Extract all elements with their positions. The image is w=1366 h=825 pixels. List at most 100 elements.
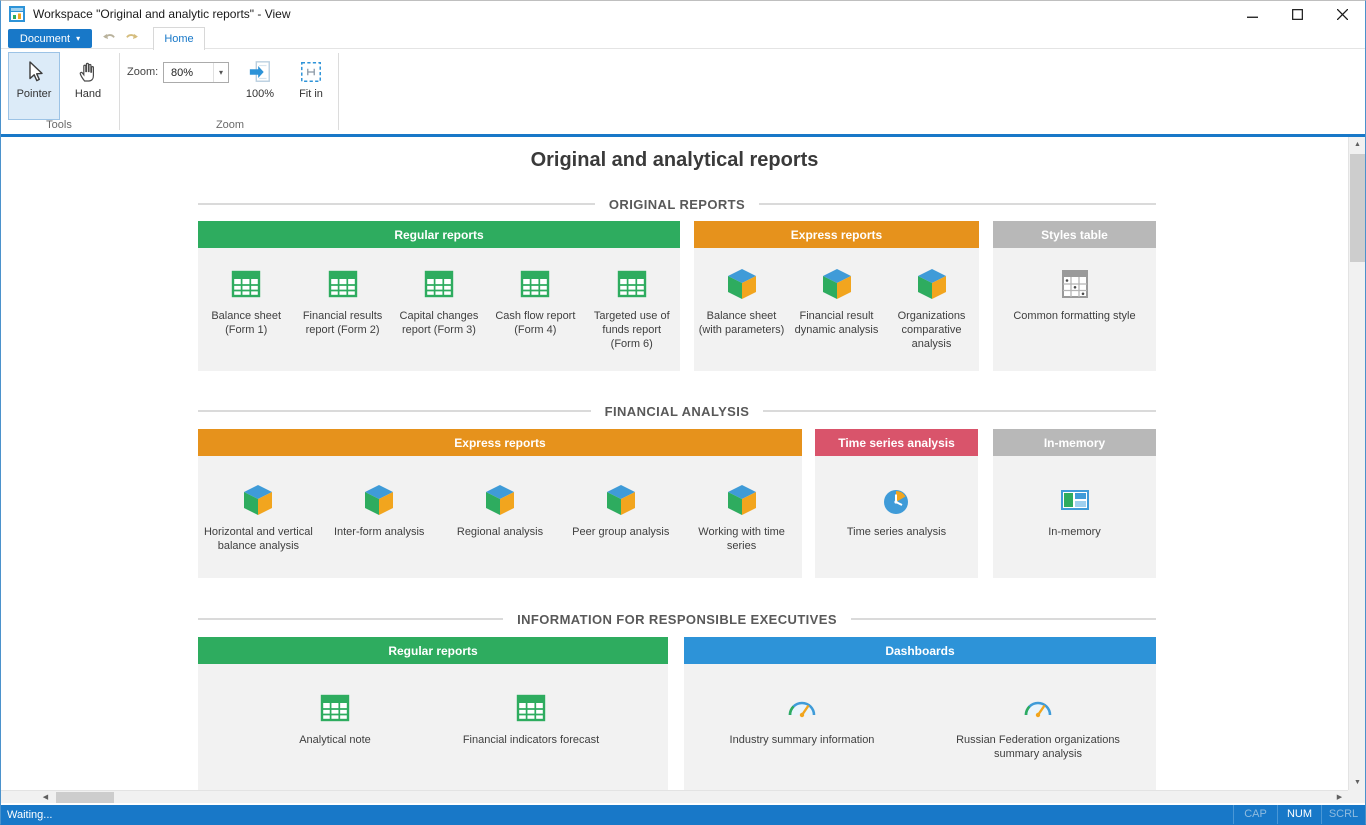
report-item[interactable]: Cash flow report (Form 4) [490,266,580,338]
scroll-right-arrow[interactable]: ▶ [1331,791,1348,804]
redo-button[interactable] [121,29,141,48]
cube-icon [914,266,950,302]
report-item[interactable]: Russian Federation organizations summary… [938,690,1138,762]
card-regular-reports-original: Regular reports Balance sheet (Form 1) F… [198,221,680,371]
report-item[interactable]: Analytical note [255,690,415,748]
cube-icon [724,482,760,518]
close-button[interactable] [1320,1,1365,27]
card-regular-reports-executives: Regular reports Analytical note Financia… [198,637,668,790]
report-item[interactable]: Balance sheet (with parameters) [696,266,788,338]
app-window: Workspace "Original and analytic reports… [0,0,1366,825]
card-body: Balance sheet (with parameters) Financia… [694,248,979,371]
maximize-button[interactable] [1275,1,1320,27]
report-item[interactable]: Balance sheet (Form 1) [201,266,291,338]
close-icon [1337,9,1348,20]
horizontal-scroll-thumb[interactable] [56,792,114,803]
window-controls [1230,1,1365,27]
report-item[interactable]: Regional analysis [444,482,556,540]
time-series-icon [879,482,915,518]
table-icon [614,266,650,302]
chevron-down-icon[interactable]: ▾ [213,63,228,82]
card-header: Regular reports [198,221,680,248]
report-item[interactable]: Financial indicators forecast [451,690,611,748]
scroll-left-arrow[interactable]: ◀ [37,791,54,804]
card-styles-table: Styles table Common formatting style [993,221,1156,371]
report-item[interactable]: Capital changes report (Form 3) [394,266,484,338]
tools-group-label: Tools [1,119,117,131]
section-heading-original-reports: ORIGINAL REPORTS [198,195,1156,213]
zoom-100-icon [248,60,272,84]
report-item[interactable]: Horizontal and vertical balance analysis [202,482,314,554]
scroll-up-arrow[interactable]: ▲ [1349,137,1366,152]
card-header: Express reports [198,429,802,456]
undo-button[interactable] [99,29,119,48]
horizontal-scrollbar[interactable]: ◀ ▶ [1,790,1348,803]
card-header: In-memory [993,429,1156,456]
status-message: Waiting... [1,809,1233,821]
card-express-reports-financial: Express reports Horizontal and vertical … [198,429,802,578]
hand-tool-button[interactable]: Hand [64,52,112,120]
card-body: Analytical note Financial indicators for… [198,664,668,790]
cube-icon [603,482,639,518]
report-item[interactable]: Targeted use of funds report (Form 6) [587,266,677,351]
table-icon [325,266,361,302]
table-icon [421,266,457,302]
heading-rule [763,410,1156,412]
table-icon [228,266,264,302]
report-item[interactable]: Financial results report (Form 2) [298,266,388,338]
num-lock-indicator: NUM [1277,805,1321,824]
zoom-select[interactable]: 80% ▾ [163,62,229,83]
hand-icon [76,60,100,84]
document-canvas: Original and analytical reports ORIGINAL… [1,137,1348,790]
document-menu-button[interactable]: Document ▾ [8,29,92,48]
minimize-button[interactable] [1230,1,1275,27]
card-body: Industry summary information Russian Fed… [684,664,1156,790]
report-item[interactable]: Common formatting style [1010,266,1140,324]
tab-home[interactable]: Home [153,27,205,50]
caps-lock-indicator: CAP [1233,805,1277,824]
dashboard-icon [1020,690,1056,726]
styles-table-icon [1057,266,1093,302]
chevron-down-icon: ▾ [76,34,80,43]
card-body: Horizontal and vertical balance analysis… [198,456,802,578]
card-header: Express reports [694,221,979,248]
report-item[interactable]: Inter-form analysis [323,482,435,540]
scroll-down-arrow[interactable]: ▼ [1349,775,1366,790]
card-header: Dashboards [684,637,1156,664]
card-body: Balance sheet (Form 1) Financial results… [198,248,680,371]
card-header: Regular reports [198,637,668,664]
card-time-series-analysis: Time series analysis Time series analysi… [815,429,978,578]
fit-in-button[interactable]: Fit in [292,52,330,120]
cube-icon [361,482,397,518]
cube-icon [819,266,855,302]
titlebar: Workspace "Original and analytic reports… [1,1,1365,27]
report-item[interactable]: Industry summary information [702,690,902,748]
report-item[interactable]: Time series analysis [827,482,967,540]
card-in-memory: In-memory In-memory [993,429,1156,578]
zoom-value: 80% [164,67,213,79]
heading-rule [198,618,503,620]
scroll-lock-indicator: SCRL [1321,805,1365,824]
heading-rule [851,618,1156,620]
report-item[interactable]: Financial result dynamic analysis [791,266,883,338]
report-item[interactable]: Organizations comparative analysis [886,266,978,351]
card-dashboards: Dashboards Industry summary information … [684,637,1156,790]
group-separator [119,53,120,130]
minimize-icon [1247,9,1258,20]
page-title: Original and analytical reports [1,149,1348,172]
card-body: Time series analysis [815,456,978,578]
report-item[interactable]: Working with time series [686,482,798,554]
scrollbar-corner [1348,790,1365,803]
zoom-field-label: Zoom: [127,66,158,78]
zoom-group-label: Zoom [123,119,337,131]
vertical-scroll-thumb[interactable] [1350,154,1365,262]
group-separator [338,53,339,130]
table-icon [517,266,553,302]
report-item[interactable]: Peer group analysis [565,482,677,540]
cube-icon [724,266,760,302]
app-icon [9,6,25,22]
report-item[interactable]: In-memory [1010,482,1140,540]
vertical-scrollbar[interactable]: ▲ ▼ [1348,137,1365,790]
zoom-100-button[interactable]: 100% [238,52,282,120]
pointer-tool-button[interactable]: Pointer [8,52,60,120]
